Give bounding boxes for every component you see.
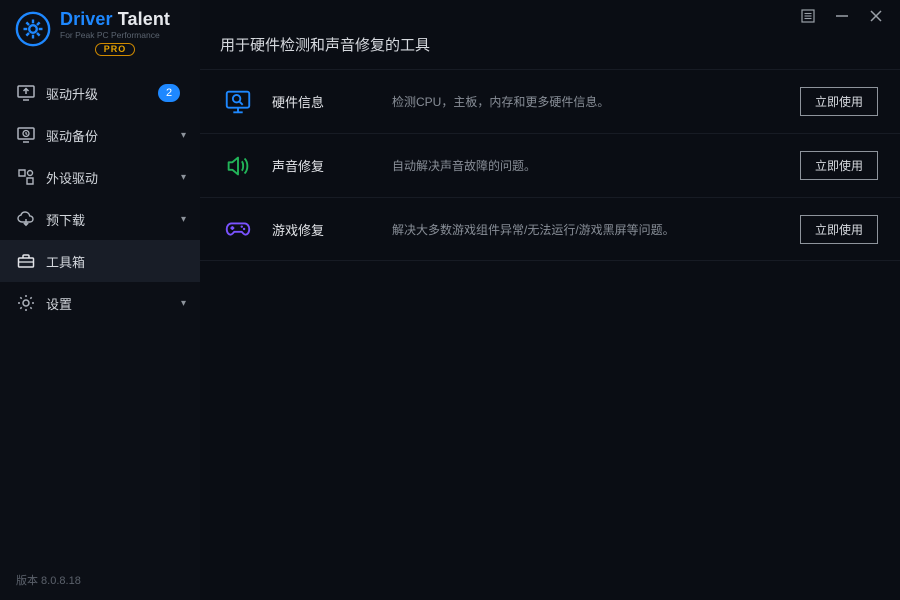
- sidebar-item-settings[interactable]: 设置 ▾: [0, 282, 200, 324]
- monitor-upload-icon: [16, 83, 36, 103]
- sidebar-item-label: 设置: [46, 294, 181, 313]
- game-repair-icon: [222, 213, 254, 245]
- sidebar: Driver Talent For Peak PC Performance PR…: [0, 0, 200, 600]
- use-now-button[interactable]: 立即使用: [800, 151, 878, 180]
- sidebar-nav: 驱动升级 2 驱动备份 ▾ 外设驱动 ▾: [0, 72, 200, 324]
- chevron-down-icon: ▾: [181, 172, 186, 183]
- gear-icon: [16, 293, 36, 313]
- sidebar-item-label: 驱动备份: [46, 126, 181, 145]
- logo: Driver Talent For Peak PC Performance PR…: [0, 0, 200, 72]
- use-now-button[interactable]: 立即使用: [800, 87, 878, 116]
- tool-row-game-repair: 游戏修复 解决大多数游戏组件异常/无法运行/游戏黑屏等问题。 立即使用: [200, 197, 900, 261]
- clock-monitor-icon: [16, 125, 36, 145]
- sidebar-item-toolbox[interactable]: 工具箱: [0, 240, 200, 282]
- tool-name: 声音修复: [272, 156, 392, 175]
- app-window: Driver Talent For Peak PC Performance PR…: [0, 0, 900, 600]
- chevron-down-icon: ▾: [181, 130, 186, 141]
- tool-description: 检测CPU，主板，内存和更多硬件信息。: [392, 93, 800, 110]
- page-title: 用于硬件检测和声音修复的工具: [200, 34, 900, 63]
- sidebar-item-driver-update[interactable]: 驱动升级 2: [0, 72, 200, 114]
- sidebar-item-predownload[interactable]: 预下载 ▾: [0, 198, 200, 240]
- logo-pro-badge: PRO: [95, 43, 136, 56]
- logo-gear-icon: [14, 10, 52, 48]
- chevron-down-icon: ▾: [181, 298, 186, 309]
- peripherals-icon: [16, 167, 36, 187]
- sound-repair-icon: [222, 150, 254, 182]
- hardware-info-icon: [222, 86, 254, 118]
- tool-row-hardware-info: 硬件信息 检测CPU，主板，内存和更多硬件信息。 立即使用: [200, 69, 900, 133]
- sidebar-item-label: 预下载: [46, 210, 181, 229]
- cloud-download-icon: [16, 209, 36, 229]
- version-label: 版本 8.0.8.18: [16, 572, 81, 588]
- sidebar-item-peripheral-driver[interactable]: 外设驱动 ▾: [0, 156, 200, 198]
- tool-description: 解决大多数游戏组件异常/无法运行/游戏黑屏等问题。: [392, 221, 800, 238]
- toolbox-icon: [16, 251, 36, 271]
- tool-list: 硬件信息 检测CPU，主板，内存和更多硬件信息。 立即使用 声音修复 自动解决声…: [200, 69, 900, 261]
- count-badge: 2: [158, 84, 180, 102]
- logo-subtitle: For Peak PC Performance: [60, 31, 170, 40]
- logo-title: Driver Talent: [60, 10, 170, 29]
- tool-description: 自动解决声音故障的问题。: [392, 157, 800, 174]
- minimize-button[interactable]: [834, 8, 850, 24]
- use-now-button[interactable]: 立即使用: [800, 215, 878, 244]
- sidebar-item-label: 外设驱动: [46, 168, 181, 187]
- main-content: 用于硬件检测和声音修复的工具 硬件信息 检测CPU，主板，内存和更多硬件信息。 …: [200, 0, 900, 600]
- tool-name: 游戏修复: [272, 220, 392, 239]
- sidebar-item-driver-backup[interactable]: 驱动备份 ▾: [0, 114, 200, 156]
- chevron-down-icon: ▾: [181, 214, 186, 225]
- close-button[interactable]: [868, 8, 884, 24]
- tool-name: 硬件信息: [272, 92, 392, 111]
- titlebar: [784, 0, 900, 32]
- sidebar-item-label: 工具箱: [46, 252, 186, 271]
- menu-button[interactable]: [800, 8, 816, 24]
- sidebar-item-label: 驱动升级: [46, 84, 158, 103]
- tool-row-sound-repair: 声音修复 自动解决声音故障的问题。 立即使用: [200, 133, 900, 197]
